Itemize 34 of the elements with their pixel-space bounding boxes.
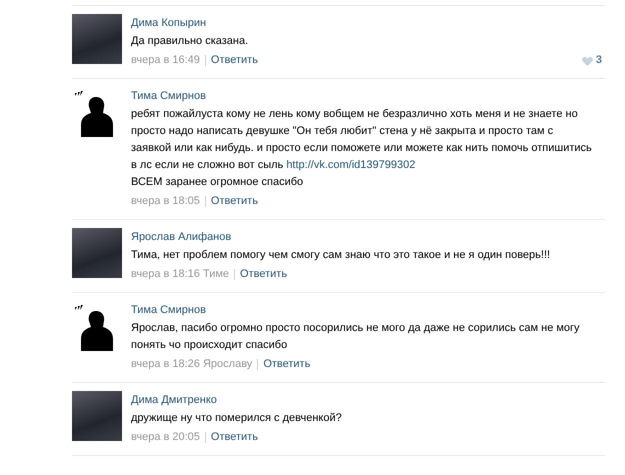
comment-time: вчера в 16:49 [131,53,200,68]
reply-recipient: Тиме [202,267,230,282]
comment-text: Ярослав, пасибо огромно просто посорились не мого да даже не сорились сам не могу понять чо происходит спасибо [131,321,581,353]
divider [204,55,206,66]
divider [204,196,206,207]
heart-icon[interactable] [582,56,593,66]
comment-text: Тима, нет проблем помогу чем смогу сам знаю что это такое и не я один поверь!!! [131,248,552,263]
divider [204,432,206,443]
reply-recipient: Ярославу [202,357,252,372]
author-name-link[interactable]: Дима Копырин [131,14,206,33]
reply-link[interactable]: Ответить [263,355,310,374]
author-name-link[interactable]: Тима Смирнов [131,301,206,320]
profile-link[interactable]: http://vk.com/id139799302 [286,159,416,171]
author-name-link[interactable]: Дима Дмитренко [131,391,217,410]
avatar-photo-placeholder [72,391,122,441]
comment-time: вчера в 18:26 [131,357,200,372]
divider [257,359,258,370]
comment-text: ребят пожайлуста кому не лень кому вобщем не безразлично хоть меня и не знаете но просто надо написать девушке "Он тебя любит" стена у нё закрыта и просто там с заявкой или как нибудь. и просто если поможете или можете как нить помочь отпишитись в лс если не сложно вот сыль http://vk.com/id139799302 [131,107,593,173]
reply-link[interactable]: Ответить [210,192,258,211]
like-count: 3 [596,53,602,68]
avatar-photo-placeholder [72,228,122,278]
comment-text: ВСЕМ заранее огромное спасибо [131,175,304,190]
comment-time: вчера в 18:05 [131,194,200,209]
divider [234,269,236,280]
reply-link[interactable]: Ответить [210,428,258,447]
comment-text: дружище ну что померился с девченкой? [131,411,343,426]
author-name-link[interactable]: Ярослав Алифанов [131,228,232,247]
avatar-photo-placeholder [72,14,122,64]
reply-link[interactable]: Ответить [210,51,258,70]
author-name-link[interactable]: Тима Смирнов [131,87,206,106]
comment-time: вчера в 20:05 [131,430,200,445]
reply-link[interactable]: Ответить [240,265,288,284]
comment-time: вчера в 18:16 [131,267,200,282]
comment-text: Да правильно сказана. [131,34,250,49]
